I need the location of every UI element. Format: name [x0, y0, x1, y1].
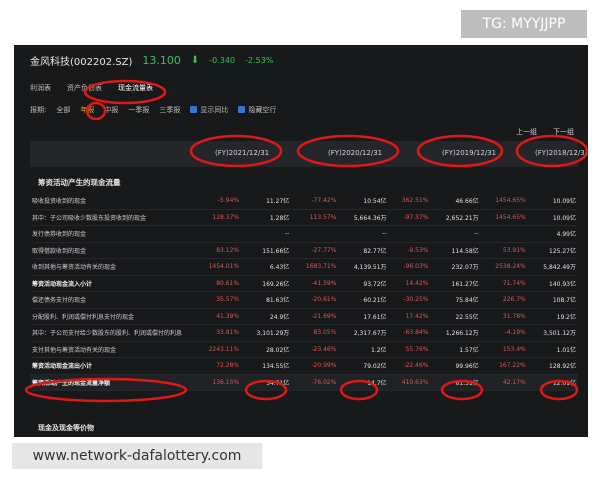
annotation-circle — [416, 134, 504, 168]
annotation-circle — [515, 134, 588, 168]
annotation-circle — [296, 134, 400, 168]
annotation-circle — [83, 79, 167, 105]
watermark-top: TG: MYYJJPP — [461, 10, 587, 38]
annotation-circle — [189, 134, 283, 168]
annotation-circle — [539, 379, 579, 401]
red-annotation-marks — [24, 79, 588, 403]
watermark-bottom: www.network-dafalottery.com — [12, 443, 262, 469]
annotation-circle — [440, 379, 484, 401]
annotation-circle — [24, 377, 188, 403]
app-screen: 金风科技(002202.SZ) 13.100 ⬇ -0.340 -2.53% 利… — [14, 45, 588, 437]
annotation-circle — [339, 379, 379, 401]
annotation-circle — [85, 101, 107, 121]
annotation-circle — [244, 379, 288, 401]
